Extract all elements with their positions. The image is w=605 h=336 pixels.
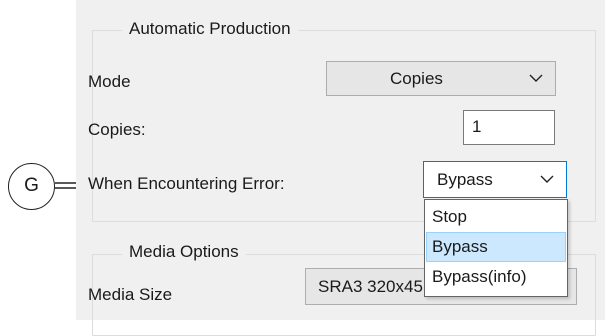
error-value: Bypass xyxy=(437,170,493,189)
error-dropdown[interactable]: Bypass xyxy=(423,161,567,198)
callout-marker: G xyxy=(8,163,55,210)
copies-value: 1 xyxy=(472,117,482,136)
error-label: When Encountering Error: xyxy=(88,174,285,193)
option-bypass-info[interactable]: Bypass(info) xyxy=(426,262,566,292)
option-stop[interactable]: Stop xyxy=(426,202,566,232)
copies-input[interactable]: 1 xyxy=(463,110,555,145)
callout-letter: G xyxy=(24,175,39,196)
media-size-label: Media Size xyxy=(88,285,173,304)
option-bypass[interactable]: Bypass xyxy=(426,232,566,262)
option-label: Bypass(info) xyxy=(432,267,527,286)
option-label: Stop xyxy=(432,207,467,226)
mode-value: Copies xyxy=(390,69,443,88)
mode-dropdown[interactable]: Copies xyxy=(326,61,556,96)
media-size-value: SRA3 320x45 xyxy=(318,277,423,296)
copies-label: Copies: xyxy=(88,120,146,139)
automatic-production-title: Automatic Production xyxy=(122,19,298,39)
chevron-down-icon xyxy=(529,74,543,82)
error-options-list: Stop Bypass Bypass(info) xyxy=(424,199,568,297)
media-options-title: Media Options xyxy=(122,242,246,262)
mode-label: Mode xyxy=(88,72,131,91)
chevron-down-icon xyxy=(540,175,554,183)
option-label: Bypass xyxy=(432,237,488,256)
